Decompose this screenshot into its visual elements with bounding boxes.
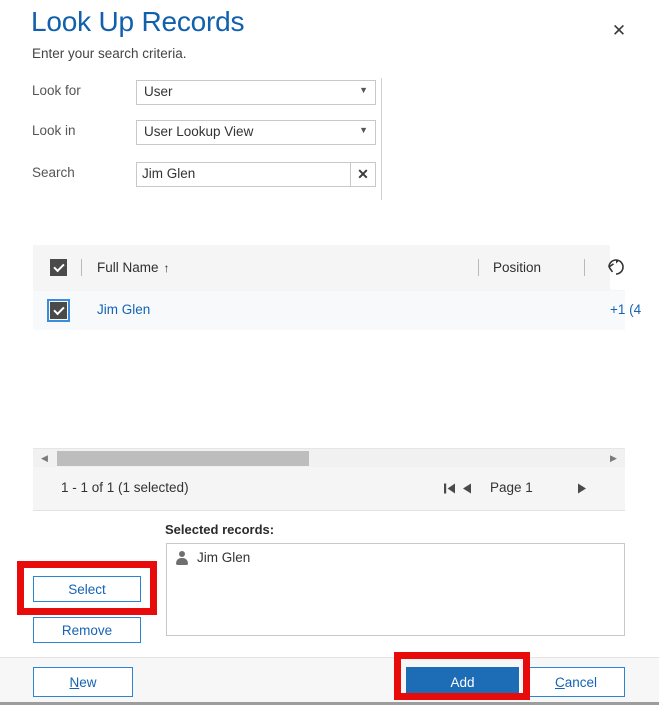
row-select-checkbox[interactable] [47, 299, 70, 322]
row-full-name[interactable]: Jim Glen [97, 302, 150, 317]
page-number-label: Page 1 [490, 480, 533, 495]
results-grid: Full Name ↑ Position Jim Glen +1 (4 ◀ ▶ … [33, 245, 641, 511]
new-button[interactable]: New [33, 667, 133, 697]
look-in-select[interactable]: User Lookup View ▼ [136, 120, 376, 145]
new-button-label: ew [79, 674, 97, 690]
previous-page-button[interactable] [458, 478, 476, 498]
clear-search-icon[interactable]: ✕ [350, 162, 376, 187]
cancel-button[interactable]: Cancel [527, 667, 625, 697]
first-page-button[interactable] [441, 478, 459, 498]
column-header-position-label: Position [493, 260, 542, 275]
selected-records-label: Selected records: [165, 522, 275, 537]
table-row[interactable]: Jim Glen +1 (4 [33, 291, 641, 331]
column-header-position[interactable]: Position [493, 260, 541, 275]
cancel-button-label: ancel [564, 674, 598, 690]
chevron-down-icon: ▼ [359, 85, 368, 95]
chevron-down-icon: ▼ [359, 125, 368, 135]
select-button[interactable]: Select [33, 576, 141, 602]
new-button-accel: N [69, 674, 80, 690]
look-in-row: Look in User Lookup View ▼ [32, 120, 382, 146]
selected-records-list[interactable]: Jim Glen [166, 543, 625, 636]
row-phone[interactable]: +1 (4 [610, 302, 641, 317]
refresh-icon[interactable] [605, 256, 627, 278]
look-for-row: Look for User ▼ [32, 80, 382, 106]
dialog-subtitle: Enter your search criteria. [32, 46, 187, 61]
grid-pager: 1 - 1 of 1 (1 selected) Page 1 [33, 467, 625, 510]
refresh-cell [608, 245, 625, 290]
scroll-right-icon[interactable]: ▶ [607, 452, 620, 465]
page-title: Look Up Records [31, 6, 245, 37]
column-separator [81, 259, 82, 276]
next-page-button[interactable] [573, 478, 591, 498]
search-input-value: Jim Glen [142, 166, 196, 181]
first-page-icon [444, 483, 455, 493]
look-for-value: User [144, 84, 173, 99]
previous-page-icon [463, 483, 471, 493]
grid-header-row: Full Name ↑ Position [33, 245, 625, 292]
search-label: Search [32, 165, 75, 180]
scroll-left-icon[interactable]: ◀ [38, 452, 51, 465]
next-page-icon [578, 483, 586, 493]
column-header-full-name-label: Full Name [97, 260, 159, 275]
dialog-footer: New Add Cancel [0, 657, 659, 705]
grid-horizontal-scrollbar[interactable]: ◀ ▶ [33, 448, 625, 468]
grid-empty-area [33, 330, 625, 448]
cancel-button-accel: C [554, 674, 565, 690]
column-header-full-name[interactable]: Full Name ↑ [97, 260, 170, 275]
list-item[interactable]: Jim Glen [175, 550, 250, 565]
column-separator [584, 259, 585, 276]
look-for-label: Look for [32, 83, 81, 98]
add-button[interactable]: Add [406, 667, 519, 697]
look-in-value: User Lookup View [144, 124, 254, 139]
record-count-text: 1 - 1 of 1 (1 selected) [61, 480, 189, 495]
remove-button[interactable]: Remove [33, 617, 141, 643]
scrollbar-thumb[interactable] [57, 451, 309, 466]
column-separator [478, 259, 479, 276]
search-input[interactable]: Jim Glen ✕ [136, 162, 376, 187]
sort-ascending-icon: ↑ [163, 261, 170, 275]
search-row: Search Jim Glen ✕ [32, 162, 382, 188]
look-in-label: Look in [32, 123, 76, 138]
select-all-checkbox[interactable] [50, 259, 67, 276]
list-item-label: Jim Glen [197, 550, 251, 565]
search-criteria-section: Look for User ▼ Look in User Lookup View… [0, 76, 659, 202]
look-for-select[interactable]: User ▼ [136, 80, 376, 105]
person-icon [175, 550, 189, 565]
close-icon[interactable]: ✕ [607, 18, 631, 42]
lookup-records-dialog: Look Up Records Enter your search criter… [0, 0, 659, 710]
dialog-header: Look Up Records Enter your search criter… [0, 0, 659, 72]
